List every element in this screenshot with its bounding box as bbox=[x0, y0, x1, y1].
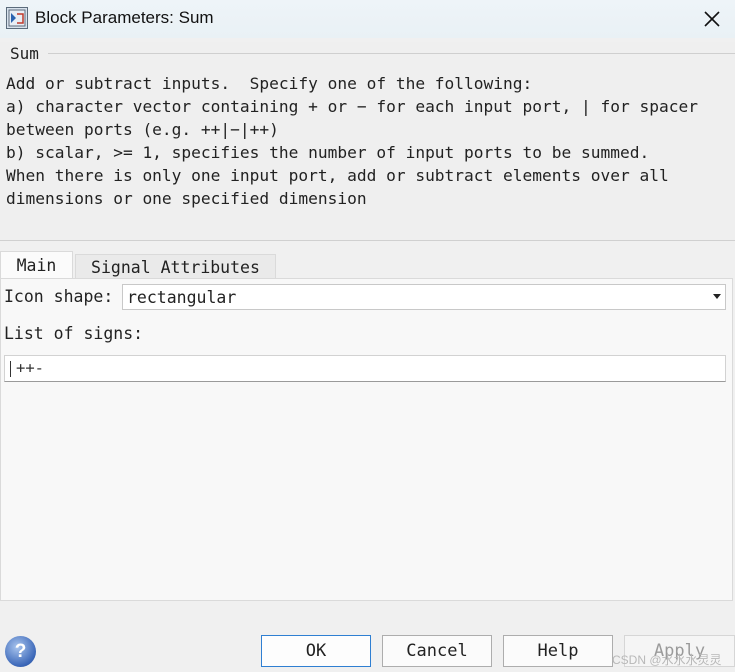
list-of-signs-value: ++- bbox=[16, 359, 44, 377]
block-description: Add or subtract inputs. Specify one of t… bbox=[6, 74, 698, 208]
app-icon bbox=[6, 7, 28, 29]
block-name-label: Sum bbox=[10, 44, 39, 63]
watermark: CSDN @水水水灵灵 bbox=[612, 653, 722, 667]
chevron-down-icon bbox=[713, 294, 721, 299]
text-caret bbox=[10, 361, 11, 377]
group-divider bbox=[48, 53, 735, 54]
close-button[interactable] bbox=[696, 5, 728, 33]
help-button[interactable]: Help bbox=[503, 635, 613, 667]
list-of-signs-label: List of signs: bbox=[4, 324, 144, 343]
window-title: Block Parameters: Sum bbox=[35, 8, 214, 27]
icon-shape-label: Icon shape: bbox=[4, 287, 114, 306]
close-icon bbox=[704, 11, 720, 27]
help-icon[interactable]: ? bbox=[5, 636, 36, 667]
cancel-button[interactable]: Cancel bbox=[382, 635, 492, 667]
ok-button[interactable]: OK bbox=[261, 635, 371, 667]
icon-shape-dropdown[interactable]: rectangular bbox=[122, 284, 726, 310]
tab-signal-attributes[interactable]: Signal Attributes bbox=[75, 254, 276, 279]
tab-main[interactable]: Main bbox=[0, 251, 73, 279]
list-of-signs-input[interactable]: ++- bbox=[4, 355, 726, 382]
title-bar: Block Parameters: Sum bbox=[0, 0, 735, 38]
section-divider bbox=[0, 240, 735, 241]
icon-shape-value: rectangular bbox=[127, 288, 237, 307]
